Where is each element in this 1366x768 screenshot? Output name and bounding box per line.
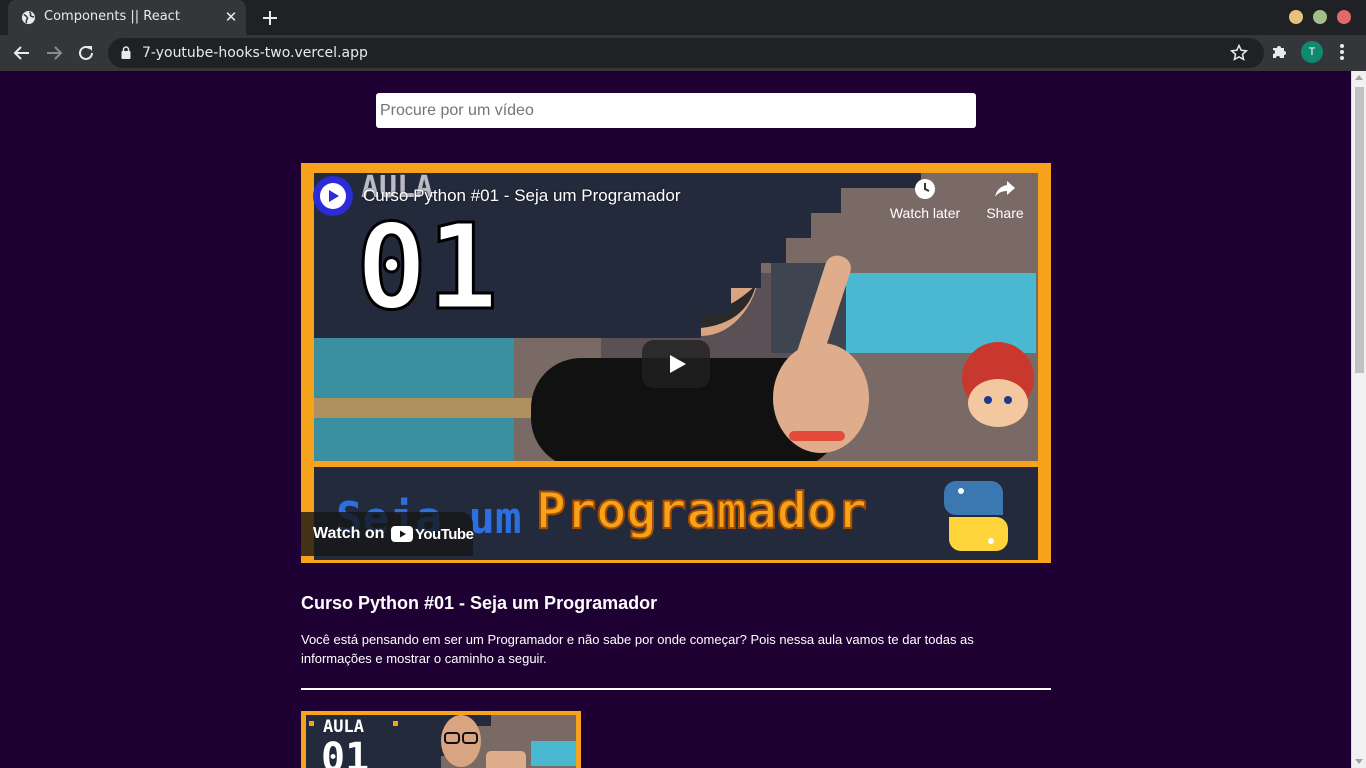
scrollbar-thumb[interactable]	[1355, 87, 1364, 373]
list-thumb-number-text: 01	[321, 735, 369, 768]
reload-icon[interactable]	[75, 42, 97, 64]
watch-later-label: Watch later	[889, 205, 961, 221]
watch-later-button[interactable]: Watch later	[885, 177, 965, 221]
watch-on-label: Watch on	[313, 525, 385, 542]
clock-icon	[915, 179, 935, 199]
youtube-logo-icon	[391, 526, 413, 542]
play-button[interactable]	[642, 340, 710, 388]
back-icon[interactable]	[11, 42, 33, 64]
video-list-item[interactable]: AULA 01	[301, 711, 581, 768]
page-scrollbar[interactable]	[1351, 71, 1366, 768]
list-thumb-aula-text: AULA	[323, 717, 364, 737]
scroll-up-arrow-icon[interactable]	[1355, 75, 1363, 80]
share-button[interactable]: Share	[979, 177, 1031, 221]
channel-avatar[interactable]	[313, 176, 353, 216]
watch-on-youtube-button[interactable]: Watch on YouTube	[301, 512, 474, 556]
youtube-wordmark: YouTube	[415, 526, 474, 543]
close-tab-icon[interactable]: ✕	[223, 9, 239, 25]
browser-tab[interactable]: Components || React ✕	[8, 0, 246, 35]
search-input[interactable]	[376, 93, 976, 128]
window-close-button[interactable]	[1337, 10, 1351, 24]
thumbnail-number-text: 01	[356, 198, 498, 336]
lock-icon[interactable]	[121, 46, 131, 59]
url-text[interactable]: 7-youtube-hooks-two.vercel.app	[142, 45, 368, 61]
browser-toolbar: 7-youtube-hooks-two.vercel.app T	[0, 35, 1366, 71]
tab-title: Components || React	[44, 9, 180, 24]
share-label: Share	[986, 205, 1024, 221]
new-tab-icon[interactable]	[259, 7, 281, 29]
thumbnail-programador-text: Programador	[536, 482, 867, 540]
globe-icon	[21, 10, 36, 25]
extensions-puzzle-icon[interactable]	[1270, 42, 1290, 62]
profile-avatar[interactable]: T	[1301, 41, 1323, 63]
forward-icon[interactable]	[43, 42, 65, 64]
more-menu-icon[interactable]	[1336, 41, 1348, 63]
browser-tab-bar: Components || React ✕	[0, 0, 1366, 35]
scroll-down-arrow-icon[interactable]	[1355, 759, 1363, 764]
window-minimize-button[interactable]	[1289, 10, 1303, 24]
address-bar[interactable]: 7-youtube-hooks-two.vercel.app	[108, 38, 1264, 68]
player-video-title[interactable]: Curso Python #01 - Seja um Programador	[363, 186, 681, 206]
divider	[301, 688, 1051, 690]
video-list-thumbnail: AULA 01	[301, 711, 581, 768]
play-icon	[670, 355, 686, 373]
selected-video-description: Você está pensando em ser um Programador…	[301, 632, 974, 666]
bookmark-star-icon[interactable]	[1230, 44, 1248, 62]
play-logo-icon	[320, 183, 346, 209]
window-maximize-button[interactable]	[1313, 10, 1327, 24]
selected-video-title: Curso Python #01 - Seja um Programador	[301, 593, 658, 613]
youtube-player[interactable]: AULA 01 Seja um Programador Curso Python…	[301, 163, 1051, 563]
share-arrow-icon	[995, 181, 1015, 197]
page-viewport: AULA 01 Seja um Programador Curso Python…	[0, 71, 1366, 768]
